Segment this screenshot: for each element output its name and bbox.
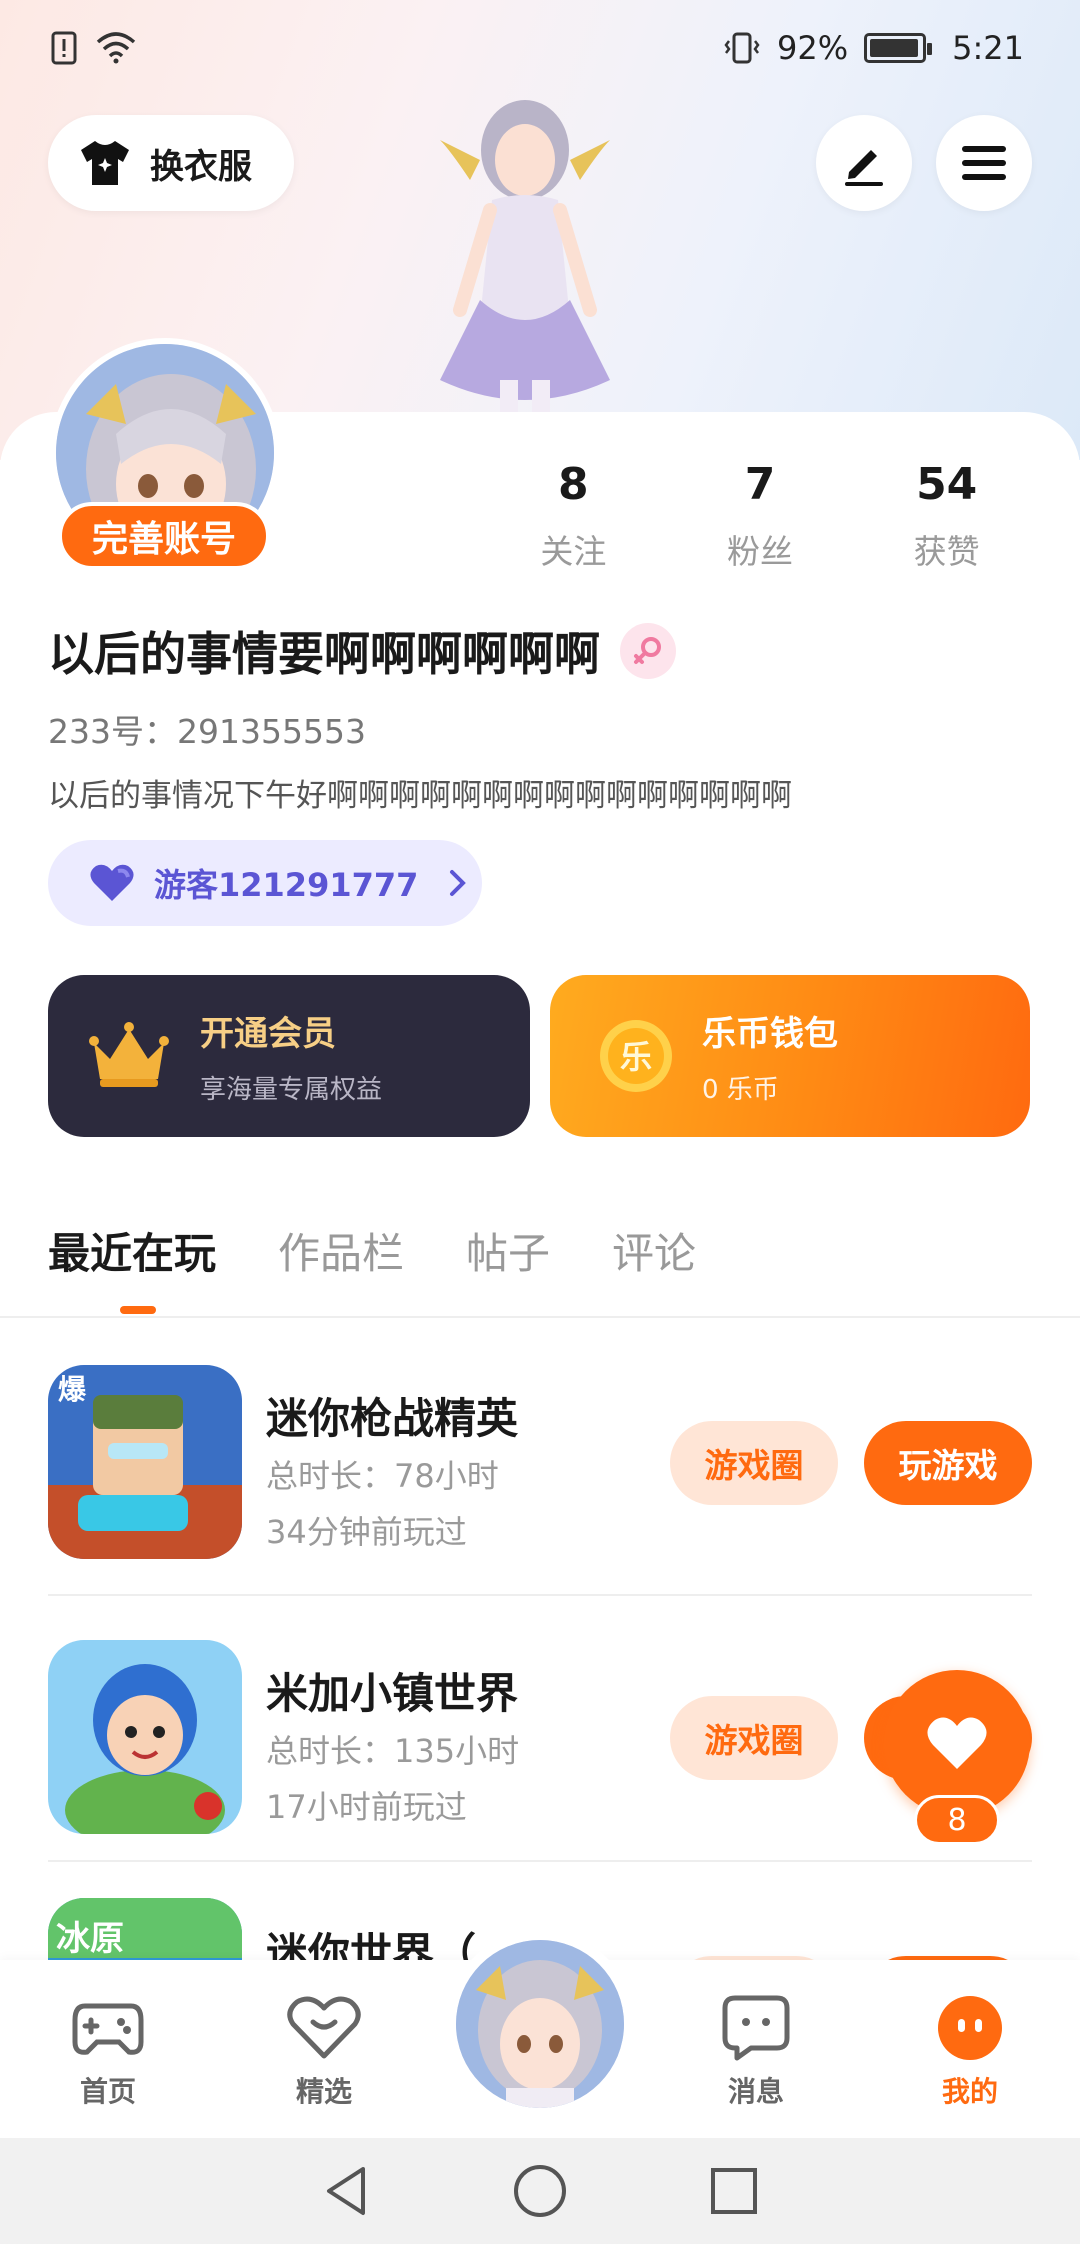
- game-total-time: 总时长：78小时: [266, 1457, 499, 1495]
- profile-face-icon: [938, 1996, 1002, 2060]
- chat-icon: [722, 1995, 790, 2061]
- wallet-card-title: 乐币钱包: [702, 1014, 838, 1054]
- profile-nickname-row: 以后的事情要啊啊啊啊啊啊: [48, 618, 676, 684]
- game-row[interactable]: 爆 迷你枪战精英 总时长：78小时 34分钟前玩过 游戏圈 玩游戏: [48, 1365, 1032, 1631]
- female-gender-icon: [620, 623, 676, 679]
- change-outfit-label: 换衣服: [150, 146, 252, 187]
- back-triangle-icon[interactable]: [321, 2164, 371, 2218]
- game-circle-button[interactable]: 游戏圈: [670, 1696, 838, 1780]
- game-circle-button[interactable]: 游戏圈: [670, 1421, 838, 1505]
- system-navigation-bar: [0, 2138, 1080, 2244]
- status-time: 5:21: [952, 29, 1024, 67]
- complete-account-badge[interactable]: 完善账号: [58, 502, 270, 570]
- svg-text:冰原: 冰原: [56, 1919, 124, 1959]
- purple-heart-icon: [90, 864, 134, 901]
- guest-account-label: 游客121291777: [154, 866, 419, 904]
- crown-icon: [89, 1022, 169, 1087]
- stat-followers-value: 7: [744, 459, 776, 510]
- floating-like-count: 8: [914, 1795, 1000, 1845]
- row-divider: [48, 1860, 1032, 1862]
- nav-messages[interactable]: 消息: [686, 1990, 826, 2110]
- stat-likes-label: 获赞: [913, 532, 980, 571]
- chevron-right-icon: [450, 870, 467, 896]
- game-last-played: 34分钟前玩过: [266, 1513, 467, 1551]
- coin-icon: 乐: [600, 1020, 672, 1092]
- game-name: 迷你世界（: [266, 1929, 477, 1960]
- stat-following-label: 关注: [540, 532, 607, 571]
- change-outfit-button[interactable]: 换衣服: [48, 115, 294, 211]
- coin-glyph: 乐: [620, 1038, 652, 1076]
- game-icon-mini-gun-elite[interactable]: 爆: [48, 1365, 242, 1559]
- nav-home[interactable]: 首页: [38, 1990, 178, 2110]
- svg-text:爆: 爆: [58, 1373, 87, 1406]
- vip-card-subtitle: 享海量专属权益: [200, 1075, 383, 1105]
- vibrate-icon: [724, 32, 760, 64]
- pen-icon: [845, 150, 883, 186]
- tabs-divider: [0, 1316, 1080, 1318]
- vip-card-title: 开通会员: [200, 1014, 336, 1054]
- stat-likes[interactable]: 54 获赞: [853, 455, 1040, 573]
- nav-messages-label: 消息: [727, 2075, 784, 2108]
- vip-membership-card[interactable]: 开通会员 享海量专属权益: [48, 975, 530, 1137]
- center-avatar-button[interactable]: [446, 1930, 634, 2118]
- stat-followers-label: 粉丝: [727, 532, 793, 571]
- active-tab-indicator: [120, 1306, 156, 1314]
- nav-mine-label: 我的: [941, 2075, 998, 2108]
- profile-stats: 8 关注 7 粉丝 54 获赞: [480, 455, 1040, 573]
- game-icon-mini-world[interactable]: 冰原: [48, 1898, 242, 1960]
- status-bar: 92% 5:21: [0, 0, 1080, 96]
- game-icon-miga-town[interactable]: [48, 1640, 242, 1834]
- row-divider: [48, 1594, 1032, 1596]
- game-last-played: 17小时前玩过: [266, 1788, 467, 1826]
- home-circle-icon[interactable]: [512, 2163, 568, 2219]
- guest-account-button[interactable]: 游客121291777: [48, 840, 482, 926]
- tab-posts[interactable]: 帖子: [466, 1220, 550, 1281]
- game-name: 迷你枪战精英: [266, 1394, 519, 1443]
- wallet-card-subtitle: 0 乐币: [702, 1075, 779, 1105]
- game-total-time: 总时长：135小时: [266, 1732, 520, 1770]
- profile-uid: 233号：291355553: [48, 712, 366, 751]
- profile-tabs: 最近在玩 作品栏 帖子 评论: [48, 1220, 696, 1281]
- nav-home-label: 首页: [79, 2075, 136, 2108]
- nav-featured-label: 精选: [295, 2075, 352, 2108]
- nav-featured[interactable]: 精选: [254, 1990, 394, 2110]
- game-name: 米加小镇世界: [266, 1669, 519, 1718]
- tab-comments[interactable]: 评论: [612, 1220, 696, 1281]
- battery-icon: [864, 33, 933, 63]
- stat-following-value: 8: [558, 459, 589, 510]
- game-row[interactable]: 米加小镇世界 总时长：135小时 17小时前玩过 游戏圈 玩游戏: [48, 1640, 1032, 1906]
- wifi-icon: [96, 32, 136, 64]
- nav-mine[interactable]: 我的: [900, 1990, 1040, 2110]
- stat-likes-value: 54: [916, 459, 978, 510]
- tab-works[interactable]: 作品栏: [278, 1220, 404, 1281]
- heart-badge-icon: [287, 1996, 361, 2059]
- avatar-character-figure[interactable]: [400, 90, 650, 460]
- profile-bio: 以后的事情况下午好啊啊啊啊啊啊啊啊啊啊啊啊啊啊啊: [48, 778, 792, 814]
- gamepad-icon: [72, 2003, 144, 2055]
- wallet-card[interactable]: 乐 乐币钱包 0 乐币: [550, 975, 1030, 1137]
- battery-percent: 92%: [777, 29, 849, 67]
- recents-square-icon[interactable]: [709, 2166, 759, 2216]
- profile-nickname: 以后的事情要啊啊啊啊啊啊: [48, 627, 600, 681]
- tab-recently-played[interactable]: 最近在玩: [48, 1220, 216, 1281]
- menu-button[interactable]: [936, 115, 1032, 211]
- stat-following[interactable]: 8 关注: [480, 455, 667, 573]
- alert-icon: [51, 31, 77, 65]
- tshirt-icon: [81, 141, 129, 185]
- hamburger-menu-icon: [962, 146, 1006, 180]
- edit-profile-button[interactable]: [816, 115, 912, 211]
- stat-followers[interactable]: 7 粉丝: [667, 455, 854, 573]
- heart-icon: [927, 1717, 987, 1769]
- play-game-button[interactable]: 玩游戏: [864, 1421, 1032, 1505]
